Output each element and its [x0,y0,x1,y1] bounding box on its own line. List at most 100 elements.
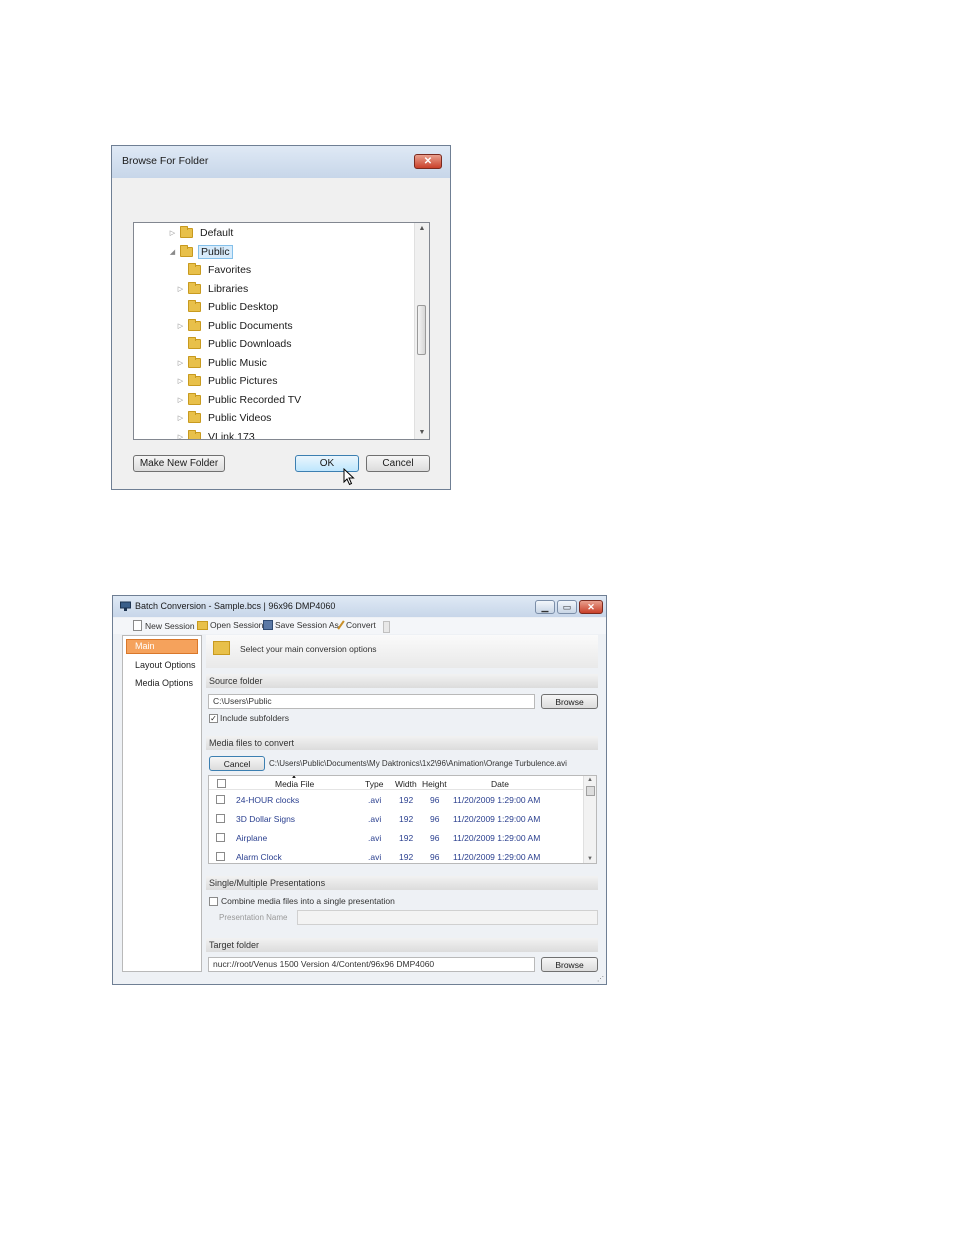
folder-tree[interactable]: ▲ ▼ ▷ Default ◢ Public Favorites ▷ Libraries Pu… [133,222,430,440]
folder-icon [188,429,201,439]
media-file-name: Alarm Clock [236,852,282,862]
convert-wand-icon [337,620,345,630]
toolbar-overflow-icon[interactable] [383,621,390,633]
tree-item-label: Public Documents [208,319,293,332]
tree-item[interactable]: Public Downloads [176,336,293,352]
folder-icon [180,244,193,257]
row-checkbox[interactable] [216,814,225,823]
maximize-button[interactable]: ▭ [557,600,577,614]
source-folder-input[interactable]: C:\Users\Public [208,694,535,709]
media-file-name: 3D Dollar Signs [236,814,296,824]
browse-folder-dialog: Browse For Folder ✕ ▲ ▼ ▷ Default ◢ Public F… [111,145,451,490]
window-titlebar[interactable]: Batch Conversion - Sample.bcs | 96x96 DM… [113,596,606,617]
dialog-close-button[interactable]: ✕ [414,154,442,169]
folder-icon [188,281,201,294]
cancel-button[interactable]: Cancel [366,455,430,472]
presentation-name-label: Presentation Name [219,913,288,922]
convert-button[interactable]: Convert [337,620,376,630]
expand-arrow-icon[interactable]: ◢ [168,248,177,256]
select-all-checkbox[interactable] [217,779,226,788]
tree-item[interactable]: ▷ Public Pictures [176,373,279,389]
folder-icon [188,355,201,368]
media-file-name: Airplane [236,833,268,843]
tree-item[interactable]: ◢ Public [168,244,233,260]
nav-item-layout-options[interactable]: Layout Options [135,660,196,670]
expand-arrow-icon[interactable]: ▷ [176,433,185,440]
table-row[interactable]: 24-HOUR clocks .avi 192 96 11/20/2009 1:29:0… [209,793,584,807]
presentation-name-input[interactable] [297,910,598,925]
nav-item-main[interactable]: Main [126,639,198,654]
tree-item[interactable]: Public Desktop [176,299,280,315]
row-checkbox[interactable] [216,795,225,804]
target-browse-button[interactable]: Browse [541,957,598,972]
folder-icon [188,374,201,386]
toolbar: New Session Open Session Save Session As… [113,618,606,634]
scroll-up-arrow-icon[interactable]: ▲ [415,223,429,235]
folder-icon [188,300,201,312]
resize-grip-icon[interactable]: ⋰ [597,975,604,983]
source-browse-button[interactable]: Browse [541,694,598,709]
media-file-date: 11/20/2009 1:29:00 AM [453,795,541,805]
open-session-label: Open Session [210,620,264,630]
scroll-up-arrow-icon[interactable]: ▲ [587,777,593,783]
minimize-button[interactable]: ▁ [535,600,555,614]
media-file-type: .avi [368,814,382,824]
tree-item[interactable]: ▷ VLink.173 [176,429,257,440]
expand-arrow-icon[interactable]: ▷ [176,414,185,422]
column-header-height[interactable]: Height [422,779,447,789]
folder-icon [180,226,193,238]
row-checkbox[interactable] [216,833,225,842]
save-session-as-button[interactable]: Save Session As [263,620,339,630]
scroll-down-arrow-icon[interactable]: ▼ [415,427,429,439]
conversion-progress-path: C:\Users\Public\Documents\My Daktronics\… [269,759,567,768]
media-files-grid[interactable]: Media File ▲ Type Width Height Date ▲ ▼ … [208,775,597,864]
grid-scroll-thumb[interactable] [586,786,595,796]
save-disk-icon [263,620,273,630]
media-file-type: .avi [368,795,382,805]
media-file-height: 96 [430,795,440,805]
tree-item[interactable]: ▷ Default [168,225,235,241]
new-session-button[interactable]: New Session [133,620,195,631]
make-new-folder-button[interactable]: Make New Folder [133,455,225,472]
window-close-button[interactable]: ✕ [579,600,603,614]
column-header-type[interactable]: Type [365,779,383,789]
expand-arrow-icon[interactable]: ▷ [176,396,185,404]
target-folder-input[interactable]: nucr://root/Venus 1500 Version 4/Content… [208,957,535,972]
tree-item[interactable]: ▷ Public Music [176,355,269,371]
expand-arrow-icon[interactable]: ▷ [176,377,185,385]
tree-item-label: Public Recorded TV [208,393,302,406]
dialog-titlebar[interactable]: Browse For Folder ✕ [112,146,450,178]
mouse-cursor-icon [343,468,355,486]
grid-scrollbar[interactable]: ▲ ▼ [583,776,596,863]
tree-item[interactable]: ▷ Libraries [176,281,250,297]
media-cancel-button[interactable]: Cancel [209,756,265,771]
media-file-width: 192 [399,833,414,843]
row-checkbox[interactable] [216,852,225,861]
tree-scrollbar[interactable]: ▲ ▼ [414,223,429,439]
column-header-date[interactable]: Date [491,779,509,789]
tree-item[interactable]: ▷ Public Documents [176,318,295,334]
table-row[interactable]: 3D Dollar Signs .avi 192 96 11/20/2009 1:29:… [209,812,584,826]
tree-item[interactable]: ▷ Public Recorded TV [176,392,303,408]
tree-item[interactable]: ▷ Public Videos [176,410,273,426]
combine-presentation-checkbox[interactable] [209,897,218,906]
expand-arrow-icon[interactable]: ▷ [176,285,185,293]
include-subfolders-checkbox[interactable]: ✓ [209,714,218,723]
table-row[interactable]: Alarm Clock .avi 192 96 11/20/2009 1:29:00 A… [209,850,584,863]
column-header-width[interactable]: Width [395,779,417,789]
expand-arrow-icon[interactable]: ▷ [176,359,185,367]
scroll-down-arrow-icon[interactable]: ▼ [587,856,593,862]
scroll-thumb[interactable] [417,305,426,355]
tree-item[interactable]: Favorites [176,262,253,278]
open-session-button[interactable]: Open Session [197,620,263,630]
media-file-height: 96 [430,833,440,843]
nav-item-media-options[interactable]: Media Options [135,678,193,688]
minimize-icon: ▁ [541,601,549,612]
expand-arrow-icon[interactable]: ▷ [168,229,177,237]
media-file-type: .avi [368,833,382,843]
presentations-section-title: Single/Multiple Presentations [206,876,598,890]
column-header-media-file[interactable]: Media File [275,779,314,789]
expand-arrow-icon[interactable]: ▷ [176,322,185,330]
table-row[interactable]: Airplane .avi 192 96 11/20/2009 1:29:00 AM [209,831,584,845]
folder-icon [213,641,230,655]
